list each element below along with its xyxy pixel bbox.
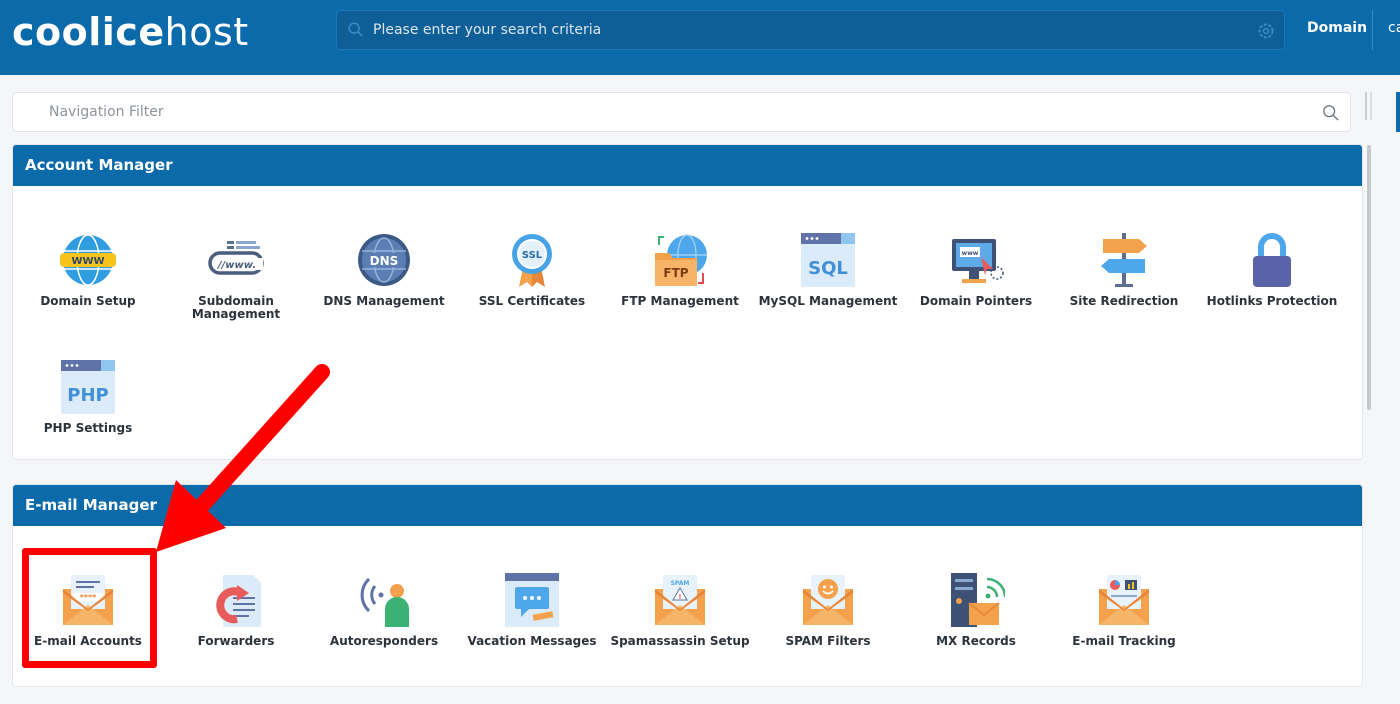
logo[interactable]: coolic e host [12, 10, 249, 54]
email-accounts-item[interactable]: **** E-mail Accounts [18, 571, 158, 648]
side-tab[interactable] [1396, 92, 1400, 132]
spam-envelope-icon: SPAM! [655, 575, 705, 625]
forwarders-item[interactable]: Forwarders [166, 571, 306, 648]
sql-window-icon: SQL [801, 233, 855, 287]
svg-text:SSL: SSL [522, 250, 543, 261]
scroll-indicator [1370, 92, 1372, 120]
ftp-folder-icon: FTP [655, 234, 707, 286]
svg-text:WWW: WWW [71, 256, 104, 267]
domain-pointers-item[interactable]: www Domain Pointers [906, 231, 1046, 308]
php-window-icon: PHP [61, 360, 115, 414]
chart-envelope-icon [1099, 575, 1149, 625]
svg-text://www.: //www. [217, 260, 256, 271]
account-manager-panel: Account Manager WWW Domain Setup //www. … [12, 144, 1363, 460]
person-signal-icon [360, 577, 409, 627]
scroll-indicator [1365, 92, 1367, 120]
globe-www-icon: WWW [60, 234, 116, 286]
hotlinks-protection-item[interactable]: Hotlinks Protection [1202, 231, 1342, 308]
email-manager-panel: E-mail Manager **** E-mail Accounts Forw… [12, 484, 1363, 687]
domain-setup-item[interactable]: WWW Domain Setup [18, 231, 158, 308]
autoresponders-item[interactable]: Autoresponders [314, 571, 454, 648]
spamassassin-setup-item[interactable]: SPAM! Spamassassin Setup [610, 571, 750, 648]
top-bar: coolicehost Domain ca [0, 0, 1400, 75]
mx-records-item[interactable]: MX Records [906, 571, 1046, 648]
chat-window-icon [505, 573, 559, 627]
navigation-filter [12, 92, 1351, 132]
svg-text:SQL: SQL [808, 258, 848, 279]
svg-text:!: ! [678, 593, 681, 601]
svg-text:www: www [962, 250, 979, 257]
scrollbar[interactable] [1367, 145, 1371, 410]
dns-management-item[interactable]: DNS DNS Management [314, 231, 454, 308]
panel-title: Account Manager [13, 145, 1362, 186]
domain-menu[interactable]: Domain [1307, 20, 1367, 36]
padlock-icon [1253, 233, 1291, 287]
site-redirection-item[interactable]: Site Redirection [1054, 231, 1194, 308]
dns-globe-icon: DNS [358, 234, 410, 286]
ssl-certificates-item[interactable]: SSL SSL Certificates [462, 231, 602, 308]
spam-filters-item[interactable]: SPAM Filters [758, 571, 898, 648]
envelope-password-icon: **** [63, 575, 113, 625]
subdomain-management-item[interactable]: //www. Subdomain Management [166, 231, 306, 321]
server-envelope-icon [951, 573, 1005, 627]
forward-document-icon [216, 575, 261, 627]
www-link-icon: //www. [208, 241, 264, 275]
panel-title: E-mail Manager [13, 485, 1362, 526]
user-menu[interactable]: ca [1388, 20, 1400, 36]
svg-text:DNS: DNS [370, 254, 399, 268]
global-search [336, 10, 1285, 50]
search-icon [348, 22, 363, 37]
signpost-icon [1101, 233, 1147, 287]
vacation-messages-item[interactable]: Vacation Messages [462, 571, 602, 648]
navigation-filter-input[interactable] [49, 93, 1299, 131]
mysql-management-item[interactable]: SQL MySQL Management [758, 231, 898, 308]
svg-text:****: **** [80, 593, 98, 602]
email-tracking-item[interactable]: E-mail Tracking [1054, 571, 1194, 648]
svg-text:PHP: PHP [67, 385, 108, 406]
monitor-pointer-icon: www [952, 239, 1004, 283]
search-icon[interactable] [1322, 104, 1340, 122]
search-input[interactable] [373, 11, 1233, 49]
header-divider [1372, 10, 1373, 50]
gear-icon[interactable] [1256, 21, 1276, 41]
smiley-envelope-icon [803, 575, 853, 625]
svg-text:FTP: FTP [663, 266, 688, 280]
svg-text:SPAM: SPAM [671, 580, 690, 587]
ssl-badge-icon: SSL [512, 234, 552, 287]
ftp-management-item[interactable]: FTP FTP Management [610, 231, 750, 308]
php-settings-item[interactable]: PHP PHP Settings [18, 358, 158, 435]
